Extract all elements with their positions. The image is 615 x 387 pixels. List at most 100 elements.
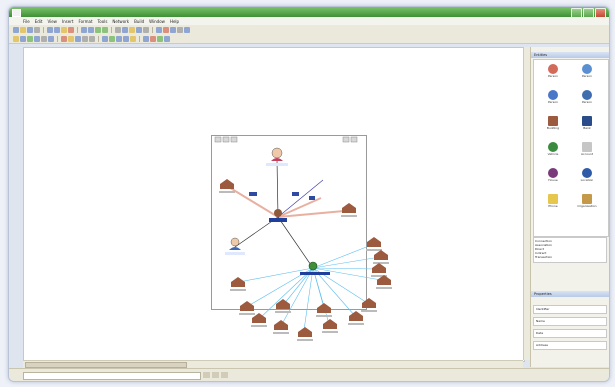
menu-build[interactable]: Build — [134, 19, 144, 24]
house-node — [341, 203, 357, 217]
property-row[interactable]: Address — [533, 341, 607, 350]
group-icon[interactable] — [102, 35, 108, 42]
property-row[interactable]: Name — [533, 317, 607, 326]
palette-item[interactable]: Person — [538, 64, 568, 78]
zoom-in-icon[interactable] — [95, 26, 101, 33]
palette-item[interactable]: Phone — [538, 194, 568, 208]
paste-icon[interactable] — [61, 26, 67, 33]
palette-item[interactable]: Bank — [572, 116, 602, 130]
house-node — [322, 319, 338, 333]
line-color-icon[interactable] — [75, 35, 81, 42]
timeline-icon[interactable] — [170, 26, 176, 33]
status-button[interactable] — [212, 372, 219, 378]
title-bar — [9, 7, 609, 18]
export-icon[interactable] — [184, 26, 190, 33]
palette-item[interactable]: Person — [572, 90, 602, 104]
align-left-icon[interactable] — [82, 35, 88, 42]
link-graph — [219, 147, 392, 341]
menu-tools[interactable]: Tools — [98, 19, 108, 24]
chart-icon[interactable] — [156, 26, 162, 33]
menu-bar: File Edit View Insert Format Tools Netwo… — [9, 17, 609, 25]
status-bar — [9, 368, 609, 381]
align-center-icon[interactable] — [89, 35, 95, 42]
map-icon[interactable] — [164, 35, 170, 42]
menu-view[interactable]: View — [47, 19, 57, 24]
palette-item[interactable]: Person — [572, 64, 602, 78]
right-panel: Entities Person Person Person Person Bui… — [530, 47, 609, 367]
menu-edit[interactable]: Edit — [35, 19, 43, 24]
undo-icon[interactable] — [81, 26, 87, 33]
highlight-icon[interactable] — [163, 26, 169, 33]
entity-icon[interactable] — [13, 35, 19, 42]
property-row[interactable]: Date — [533, 329, 607, 338]
entity-palette: Person Person Person Person Building Ban… — [533, 59, 609, 237]
label-icon[interactable] — [27, 35, 33, 42]
link-icon[interactable] — [136, 26, 142, 33]
house-node — [371, 263, 387, 277]
property-row[interactable]: Identifier — [533, 305, 607, 314]
menu-file[interactable]: File — [23, 19, 30, 24]
house-node — [219, 179, 235, 193]
copy-icon[interactable] — [54, 26, 60, 33]
connection-icon[interactable] — [20, 35, 26, 42]
palette-item[interactable]: Account — [572, 142, 602, 156]
print-icon[interactable] — [34, 26, 40, 33]
menu-help[interactable]: Help — [170, 19, 179, 24]
palette-item[interactable]: Location — [572, 168, 602, 182]
horizontal-scrollbar[interactable] — [23, 360, 523, 368]
cut-icon[interactable] — [47, 26, 53, 33]
fill-color-icon[interactable] — [68, 35, 74, 42]
menu-insert[interactable]: Insert — [62, 19, 73, 24]
ungroup-icon[interactable] — [109, 35, 115, 42]
properties-header: Properties — [531, 291, 609, 297]
status-buttons — [203, 372, 228, 378]
palette-item[interactable]: House — [538, 168, 568, 182]
chart-canvas[interactable] — [23, 47, 525, 362]
vertical-scrollbar[interactable] — [523, 47, 530, 360]
bring-front-icon[interactable] — [116, 35, 122, 42]
open-icon[interactable] — [20, 26, 26, 33]
person-node-top — [266, 147, 288, 166]
bold-icon[interactable] — [34, 35, 40, 42]
status-button[interactable] — [221, 372, 228, 378]
font-color-icon[interactable] — [61, 35, 67, 42]
hub-node — [300, 261, 330, 275]
underline-icon[interactable] — [48, 35, 54, 42]
house-node — [275, 299, 291, 313]
attach-icon[interactable] — [130, 35, 136, 42]
select-icon[interactable] — [143, 26, 149, 33]
menu-format[interactable]: Format — [78, 19, 92, 24]
formatting-toolbar — [9, 34, 609, 44]
house-node — [316, 303, 332, 317]
arrange-icon[interactable] — [143, 35, 149, 42]
legend-panel: Connection Association Direct Indirect T… — [533, 237, 607, 263]
house-node — [348, 311, 364, 325]
palette-item[interactable]: Organisation — [572, 194, 602, 208]
house-node — [376, 275, 392, 289]
layout-icon[interactable] — [122, 26, 128, 33]
menu-network[interactable]: Network — [112, 19, 129, 24]
alert-icon[interactable] — [150, 35, 156, 42]
palette-item[interactable]: Person — [538, 90, 568, 104]
zoom-out-icon[interactable] — [102, 26, 108, 33]
new-icon[interactable] — [13, 26, 19, 33]
house-node — [230, 277, 246, 291]
snapshot-icon[interactable] — [157, 35, 163, 42]
palette-item[interactable]: Building — [538, 116, 568, 130]
filter-icon[interactable] — [177, 26, 183, 33]
app-icon — [12, 9, 21, 17]
menu-window[interactable]: Window — [149, 19, 165, 24]
delete-icon[interactable] — [68, 26, 74, 33]
application-window: File Edit View Insert Format Tools Netwo… — [8, 6, 610, 382]
properties-panel: Identifier Name Date Address — [533, 305, 607, 365]
status-field[interactable] — [23, 372, 201, 380]
house-node — [366, 237, 382, 251]
send-back-icon[interactable] — [123, 35, 129, 42]
grid-icon[interactable] — [115, 26, 121, 33]
save-icon[interactable] — [27, 26, 33, 33]
italic-icon[interactable] — [41, 35, 47, 42]
status-button[interactable] — [203, 372, 210, 378]
redo-icon[interactable] — [88, 26, 94, 33]
find-icon[interactable] — [129, 26, 135, 33]
palette-item[interactable]: Vehicle — [538, 142, 568, 156]
